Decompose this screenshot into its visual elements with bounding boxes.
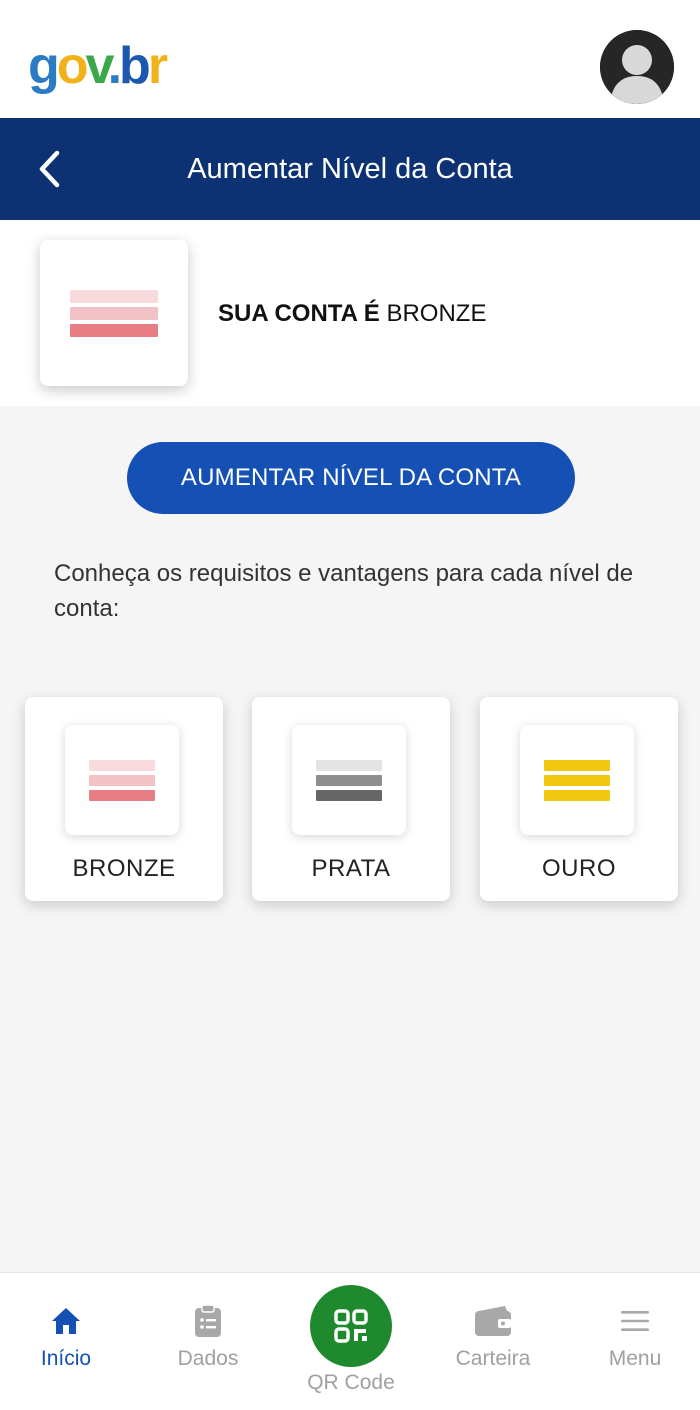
current-level-card: [40, 240, 188, 386]
bronze-level-icon: [89, 758, 155, 803]
upgrade-account-level-button[interactable]: AUMENTAR NÍVEL DA CONTA: [127, 442, 575, 514]
account-level-status: SUA CONTA É BRONZE: [218, 300, 486, 328]
account-level-section: SUA CONTA É BRONZE: [0, 220, 700, 406]
silver-level-icon: [316, 758, 382, 803]
clipboard-icon: [153, 1303, 263, 1339]
nav-item-carteira[interactable]: Carteira: [438, 1303, 548, 1371]
tier-card-ouro[interactable]: OURO: [480, 697, 678, 901]
tier-label: BRONZE: [72, 855, 176, 882]
user-avatar[interactable]: [600, 30, 674, 104]
nav-label: Início: [40, 1347, 92, 1370]
qr-code-icon: [334, 1309, 368, 1343]
chevron-left-icon: [39, 150, 60, 188]
back-button[interactable]: [26, 146, 72, 192]
top-bar: gov.br: [0, 0, 700, 118]
nav-label-qr-code[interactable]: QR Code: [290, 1371, 412, 1395]
tier-icon-box: [520, 725, 634, 835]
user-silhouette-icon: [600, 30, 674, 104]
nav-label: Dados: [177, 1347, 239, 1370]
tier-card-prata[interactable]: PRATA: [252, 697, 450, 901]
status-prefix: SUA CONTA É: [218, 300, 380, 327]
nav-label: Carteira: [455, 1347, 531, 1370]
qr-code-button[interactable]: [310, 1285, 392, 1367]
nav-item-menu[interactable]: Menu: [580, 1303, 690, 1371]
nav-label: Menu: [608, 1347, 662, 1370]
wallet-icon: [438, 1303, 548, 1339]
tier-card-bronze[interactable]: BRONZE: [25, 697, 223, 901]
tier-icon-box: [292, 725, 406, 835]
title-bar: Aumentar Nível da Conta: [0, 118, 700, 220]
bottom-navigation: Início Dados QR Code Carteira Menu: [0, 1272, 700, 1410]
nav-item-dados[interactable]: Dados: [153, 1303, 263, 1371]
home-icon: [11, 1303, 121, 1339]
levels-intro-text: Conheça os requisitos e vantagens para c…: [54, 560, 634, 622]
gov-br-logo[interactable]: gov.br: [28, 36, 168, 96]
nav-item-inicio[interactable]: Início: [11, 1303, 121, 1371]
hamburger-menu-icon: [580, 1303, 690, 1339]
tier-icon-box: [65, 725, 179, 835]
page-title: Aumentar Nível da Conta: [187, 153, 513, 185]
bronze-level-icon: [70, 288, 158, 339]
status-level: BRONZE: [386, 300, 487, 327]
tier-label: OURO: [542, 855, 616, 882]
gold-level-icon: [544, 758, 610, 803]
tier-label: PRATA: [311, 855, 391, 882]
